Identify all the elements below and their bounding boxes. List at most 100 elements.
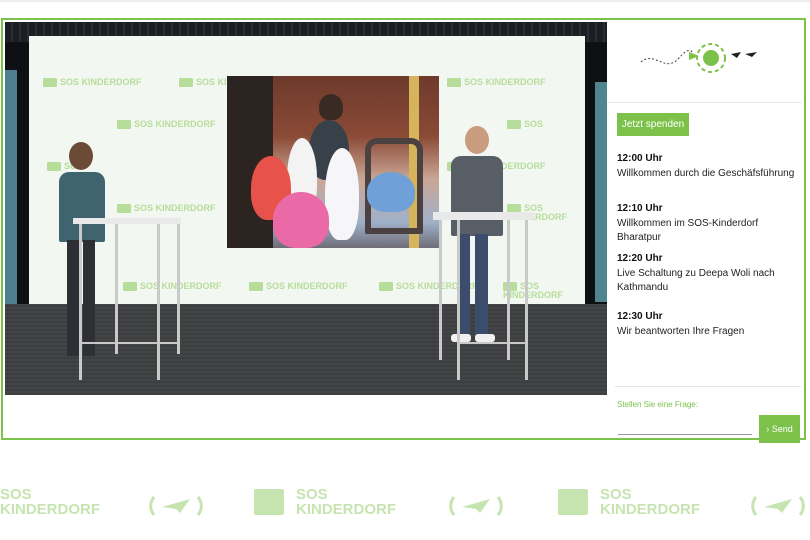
schedule-time: 12:10 Uhr — [617, 203, 663, 214]
sos-family-logo-icon — [179, 78, 193, 87]
sos-family-logo-icon — [507, 120, 521, 129]
watermark-logo: SOS KINDERDORF — [0, 487, 100, 517]
paperplane-broadcast-icon — [751, 496, 805, 516]
wall-watermark: SOS KINDERDORF — [43, 78, 142, 87]
wall-watermark-text: SOS — [266, 281, 286, 291]
wall-watermark-text: SOS — [134, 203, 154, 213]
schedule-time: 12:00 Uhr — [617, 153, 663, 164]
presenter-shoe — [475, 334, 495, 342]
schedule-time: 12:20 Uhr — [617, 253, 663, 264]
bar-table-left — [73, 218, 181, 224]
wall-watermark: SOS KINDERDORF — [503, 282, 585, 300]
photo-child — [367, 172, 415, 212]
donation-tracker-logo — [607, 22, 802, 103]
presenter-leg — [83, 240, 95, 356]
send-question-button[interactable]: › Send — [759, 415, 800, 443]
photo-child — [273, 192, 329, 248]
presenter-left — [55, 142, 115, 362]
table-leg — [457, 220, 460, 380]
presenter-right — [439, 126, 509, 352]
wall-watermark-text: KINDERDORF — [81, 77, 142, 87]
table-crossbar — [457, 342, 527, 344]
schedule-item: 12:10 Uhr Willkommen im SOS-Kinderdorf B… — [617, 203, 797, 253]
donate-now-button[interactable]: Jetzt spenden — [617, 113, 689, 136]
table-leg — [177, 224, 180, 354]
sidebar-divider — [615, 386, 801, 387]
presenter-head — [465, 126, 489, 154]
sos-family-logo-icon — [117, 204, 131, 213]
wall-watermark-text: SOS — [134, 119, 154, 129]
wall-watermark: SOS — [507, 120, 543, 129]
table-leg — [115, 224, 118, 354]
wall-watermark: SOS KINDERDORF — [123, 282, 222, 291]
presenter-shoe — [451, 334, 471, 342]
watermark-text: KINDERDORF — [296, 501, 396, 518]
chevron-right-icon: › — [766, 424, 770, 434]
question-input[interactable] — [618, 420, 752, 435]
wall-watermark-text: KINDERDORF — [155, 203, 216, 213]
wall-watermark-text: SOS — [524, 119, 544, 129]
wall-watermark: SOS KINDERDORF — [249, 282, 348, 291]
presenter-head — [69, 142, 93, 170]
table-leg — [157, 224, 160, 380]
wall-watermark-text: SOS — [396, 281, 416, 291]
program-schedule: 12:00 Uhr Willkommen durch die Geschäfsf… — [617, 153, 797, 361]
side-screen-right — [595, 82, 607, 302]
wall-watermark: SOS KINDERDORF — [117, 120, 216, 129]
sos-family-logo-icon — [123, 282, 137, 291]
send-button-label: Send — [771, 424, 793, 434]
photo-child — [325, 148, 359, 240]
event-sidebar: Jetzt spenden 12:00 Uhr Willkommen durch… — [607, 22, 802, 443]
sos-family-logo-icon — [249, 282, 263, 291]
schedule-title: Willkommen im SOS-Kinderdorf Bharatpur — [617, 218, 759, 243]
schedule-item: 12:00 Uhr Willkommen durch die Geschäfsf… — [617, 153, 797, 203]
wall-watermark-text: KINDERDORF — [503, 290, 563, 300]
watermark-text: KINDERDORF — [600, 501, 700, 518]
schedule-item: 12:30 Uhr Wir beantworten Ihre Fragen — [617, 311, 797, 361]
sos-family-logo-icon — [254, 489, 284, 515]
wall-watermark: SOS KINDERDORF — [117, 204, 216, 213]
presenter-leg — [475, 234, 488, 338]
photo-person — [319, 94, 343, 120]
sos-family-logo-icon — [558, 489, 588, 515]
schedule-title: Willkommen durch die Geschäfsführung — [617, 168, 795, 179]
watermark-text: SOS — [296, 486, 328, 503]
footer-watermark-band: SOS KINDERDORF SOS KINDERDORF SOS KINDER… — [0, 446, 810, 540]
top-divider — [0, 0, 810, 2]
table-crossbar — [81, 342, 179, 344]
video-player[interactable]: SOS KINDERDORF SOS KINDERDORF SOS KINDER… — [5, 22, 607, 395]
watermark-logo: SOS KINDERDORF — [254, 486, 396, 518]
wall-watermark-text: KINDERDORF — [287, 281, 348, 291]
wall-watermark-text: KINDERDORF — [485, 77, 546, 87]
paperplane-broadcast-icon — [149, 496, 203, 516]
table-leg — [507, 220, 510, 360]
side-screen-left — [5, 70, 17, 310]
schedule-title: Wir beantworten Ihre Fragen — [617, 326, 745, 337]
globe-with-paperplane-path-icon — [640, 43, 757, 73]
presenter-torso — [59, 172, 105, 242]
children-photo — [227, 76, 439, 248]
watermark-text: SOS — [0, 486, 32, 503]
schedule-time: 12:30 Uhr — [617, 311, 663, 322]
wall-watermark-text: SOS — [60, 77, 80, 87]
sos-family-logo-icon — [43, 78, 57, 87]
bar-table-right — [433, 212, 533, 220]
wall-watermark-text: SOS — [464, 77, 484, 87]
table-leg — [79, 224, 82, 380]
wall-watermark-text: KINDERDORF — [161, 281, 222, 291]
livestream-panel: SOS KINDERDORF SOS KINDERDORF SOS KINDER… — [1, 18, 806, 443]
table-leg — [439, 220, 442, 360]
schedule-title: Live Schaltung zu Deepa Woli nach Kathma… — [617, 268, 775, 293]
sos-family-logo-icon — [379, 282, 393, 291]
wall-watermark-text: SOS — [196, 77, 216, 87]
schedule-item: 12:20 Uhr Live Schaltung zu Deepa Woli n… — [617, 253, 797, 311]
question-label: Stellen Sie eine Frage: — [617, 400, 698, 409]
sos-family-logo-icon — [117, 120, 131, 129]
watermark-logo: SOS KINDERDORF — [558, 486, 700, 518]
watermark-text: SOS — [600, 486, 632, 503]
table-leg — [525, 220, 528, 380]
sos-family-logo-icon — [447, 78, 461, 87]
wall-watermark-text: KINDERDORF — [155, 119, 216, 129]
wall-watermark: SOS KINDERDORF — [447, 78, 546, 87]
paperplane-broadcast-icon — [449, 496, 503, 516]
